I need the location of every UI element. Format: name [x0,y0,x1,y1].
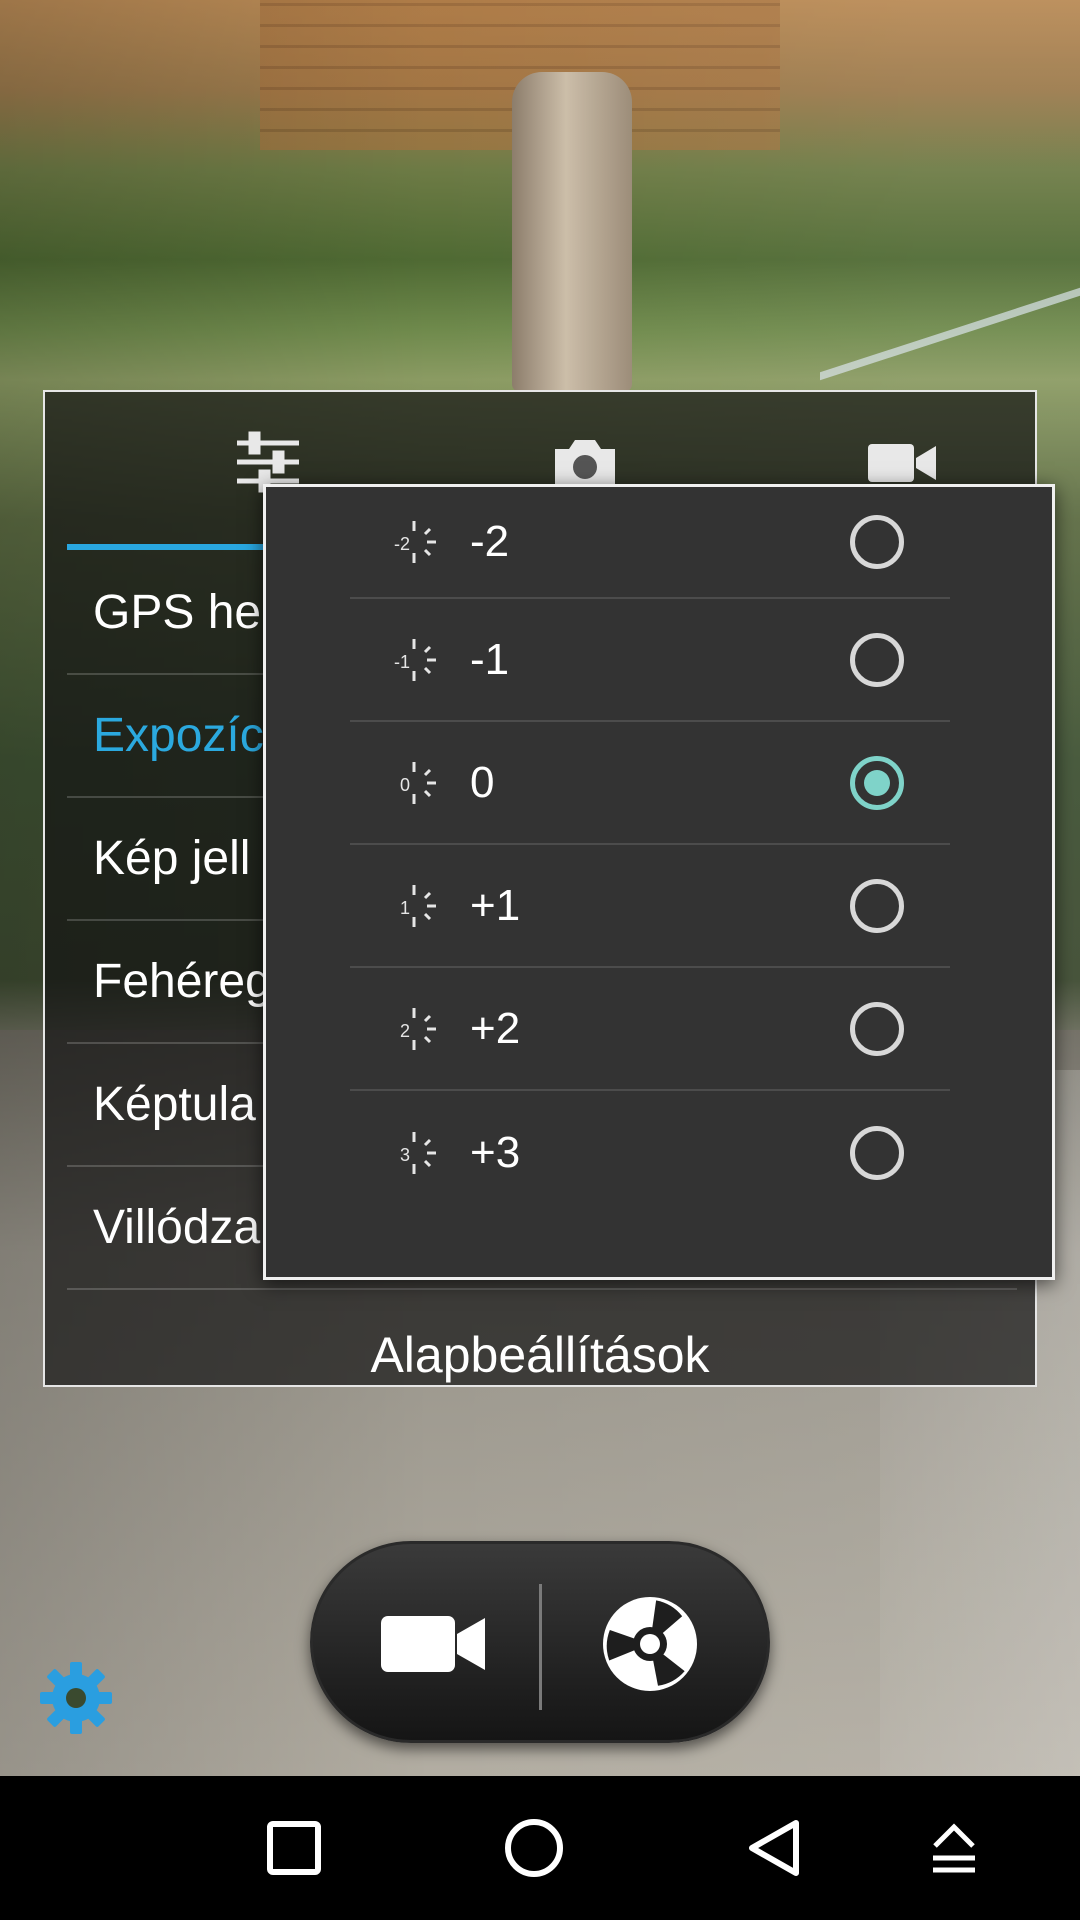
exposure-option-label: +1 [470,880,521,930]
exposure-option[interactable]: -2 -2 [350,487,950,599]
exposure-option-label: -2 [470,517,510,566]
video-record-icon [381,1616,485,1672]
exposure-icon-value: -2 [394,534,410,554]
back-icon [749,1820,799,1876]
settings-item-label: Fehéreg [93,955,272,1008]
exposure-value-icon: -1 [394,638,436,681]
upload-icon [933,1823,975,1873]
exposure-option-label: +2 [470,1003,521,1053]
shutter-aperture-icon [603,1597,697,1691]
settings-item-label: Expozíc [93,709,264,762]
exposure-option[interactable]: 00 [350,722,950,845]
settings-item-label: Képtula [93,1078,256,1131]
settings-item-label: Kép jell [93,832,251,885]
gear-icon [40,1662,112,1734]
radio-button[interactable] [850,878,904,933]
capture-controls [310,1541,770,1743]
exposure-icon-value: 1 [400,898,410,918]
exposure-option[interactable]: 2 +2 [350,968,950,1091]
exposure-option[interactable]: 3 +3 [350,1091,950,1214]
radio-button[interactable] [850,632,904,687]
exposure-icon-value: 3 [400,1145,410,1165]
radio-button[interactable] [850,1125,904,1180]
home-icon [505,1819,563,1877]
exposure-option-label: 0 [470,757,495,807]
record-video-button[interactable] [353,1584,513,1704]
exposure-options-list: -2 -2 -1 -1 0 0 1 +1 2 +2 3 +3 [350,487,950,1214]
exposure-value-icon: 0 [400,761,436,804]
exposure-option[interactable]: -1 -1 [350,599,950,722]
settings-item-label: Villódza [93,1201,261,1254]
exposure-option[interactable]: 1 +1 [350,845,950,968]
exposure-icon-value: 2 [400,1021,410,1041]
exposure-icon-value: 0 [400,775,410,795]
exposure-value-icon: -2 [394,521,436,563]
reset-defaults-label: Alapbeállítások [370,1327,710,1383]
back-button[interactable] [724,1798,824,1898]
capture-divider [539,1584,542,1710]
recents-button[interactable] [244,1798,344,1898]
recents-icon [267,1821,321,1875]
exposure-dialog: -2 -2 -1 -1 0 0 1 +1 2 +2 3 +3 [263,484,1055,1280]
radio-button[interactable] [850,1001,904,1056]
exposure-option-label: +3 [470,1127,521,1177]
reset-defaults-button[interactable]: Alapbeállítások [45,1322,1035,1384]
video-camera-icon [868,444,936,482]
shutter-button[interactable] [565,1574,735,1714]
radio-button[interactable] [850,515,904,569]
upload-button[interactable] [904,1798,1004,1898]
exposure-icon-value: -1 [394,652,410,672]
settings-button[interactable] [38,1660,114,1736]
navigation-bar [0,1776,1080,1920]
exposure-value-icon: 2 [400,1007,436,1050]
exposure-value-icon: 3 [400,1131,436,1174]
exposure-value-icon: 1 [400,884,436,927]
exposure-option-label: -1 [470,634,510,684]
settings-item-label: GPS he [93,586,262,639]
home-button[interactable] [484,1798,584,1898]
radio-button-checked[interactable] [850,755,904,810]
